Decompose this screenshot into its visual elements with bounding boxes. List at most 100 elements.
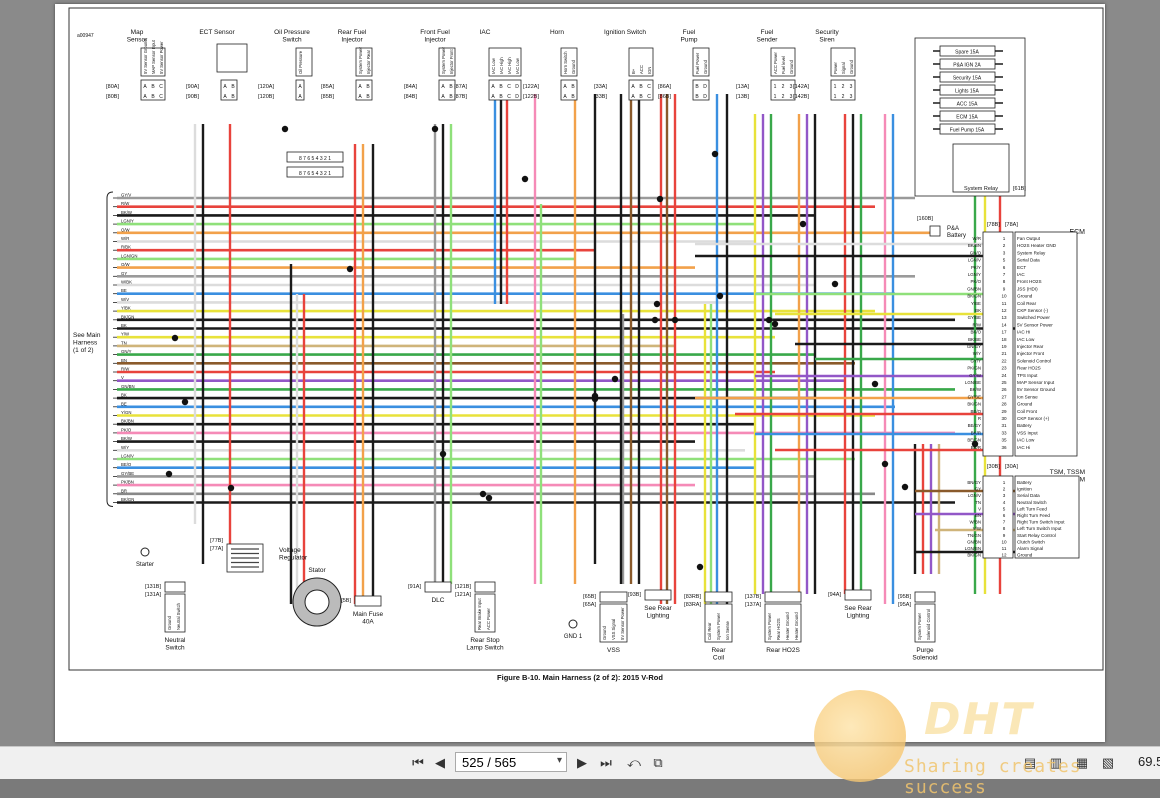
splice-dot	[711, 150, 719, 158]
ecm-wire-label: PK/Y	[971, 265, 981, 270]
connector-box	[424, 581, 452, 593]
ecm-function-label: JSS (HDI)	[1017, 286, 1038, 291]
tsm-function-label: Right Turn Switch Input	[1017, 520, 1065, 525]
connector-pin-label: 3	[850, 94, 853, 100]
pin-function-label: IAC High	[507, 57, 512, 74]
component-label: Rear Stop Lamp Switch	[466, 637, 504, 652]
tsm-function-label: Ground	[1017, 553, 1033, 558]
splice-dot	[485, 494, 493, 502]
connector-id: [122A]	[523, 84, 539, 90]
connector-id: [120B]	[258, 94, 274, 100]
ecm-wire-label: BE/O	[971, 409, 982, 414]
tsm-pin-label: 12	[1001, 553, 1007, 558]
first-page-icon[interactable]: ⏮	[408, 753, 428, 773]
forward-view-icon[interactable]: ⧉	[648, 753, 668, 773]
connector-id: [131A]	[145, 592, 161, 598]
ecm-wire-label: BK	[975, 308, 981, 313]
harness-wire-label: BK/W	[121, 436, 133, 441]
cover-view-icon[interactable]: ▧	[1098, 753, 1118, 773]
ecm-wire-label: BK/R	[971, 445, 981, 450]
ecm-function-label: IAC Low	[1017, 438, 1035, 443]
component-label: Neutral Switch	[165, 637, 187, 652]
ground-ring	[140, 547, 150, 557]
tsm-wire-label: BK/GN	[967, 553, 981, 558]
pin-function-label: Heater Ground	[785, 612, 790, 640]
ecm-function-label: HO2S Heater GND	[1017, 243, 1057, 248]
facing-view-icon[interactable]: ▦	[1072, 753, 1092, 773]
harness-wire-label: BE	[121, 401, 127, 406]
tsm-pin-label: 8	[1003, 526, 1006, 531]
splice-dot	[765, 316, 773, 324]
pdf-viewer-canvas: a00947 See Main Harness (1 of 2) GY/V R/W BK/W…	[0, 0, 1160, 746]
connector-id: [95A]	[898, 602, 911, 608]
ecm-wire-label: BK/W	[970, 387, 982, 392]
pin-function-label: ACC Power	[486, 608, 491, 630]
connector-id: [85A]	[321, 84, 334, 90]
ecm-pin-label: 27	[1001, 394, 1007, 399]
back-view-icon[interactable]: ⤺	[624, 753, 644, 773]
single-page-view-icon[interactable]: ▤	[1020, 753, 1040, 773]
pin-function-label: Oil Pressure	[298, 50, 303, 74]
last-page-icon[interactable]: ⏭	[596, 753, 616, 773]
relay-connector-id: [61B]	[1013, 186, 1026, 192]
ecm-pin-label: 12	[1001, 308, 1007, 313]
component-label: IAC	[480, 29, 491, 36]
ecm-wire-label: GN/O	[970, 250, 982, 255]
chevron-down-icon[interactable]: ▾	[557, 755, 562, 766]
ecm-wire-label: W/Y	[973, 351, 981, 356]
connector-pin-label: C	[507, 94, 511, 100]
pin-function-label: B+	[631, 68, 636, 74]
splice-dot	[771, 320, 779, 328]
component-label: Rear Fuel Injector	[338, 29, 367, 44]
ecm-function-label: Injector Rear	[1017, 344, 1044, 349]
connector-box	[599, 591, 628, 603]
connector-pin-label: D	[703, 94, 707, 100]
harness-wire-label: Y/GN	[121, 410, 132, 415]
zoom-level[interactable]: 69.5	[1138, 754, 1160, 769]
ecm-function-label: VSS Input	[1017, 430, 1038, 435]
pin-function-label: Ground	[602, 625, 607, 640]
component-label: ECT Sensor	[199, 29, 235, 36]
junction-pin-label: 8 7 6 5 4 3 2 1	[299, 156, 331, 162]
ecm-function-label: IAC Hi	[1017, 330, 1030, 335]
fuse-label: Spare 15A	[955, 50, 979, 56]
ecm-function-label: Front HO2S	[1017, 279, 1042, 284]
ecm-pin-label: 31	[1001, 423, 1007, 428]
fuse-label: ECM 15A	[956, 115, 978, 121]
harness-wire-label: W/Y	[121, 445, 129, 450]
tsm-pin-label: 2	[1003, 487, 1006, 492]
continuous-view-icon[interactable]: ▥	[1046, 753, 1066, 773]
connector-pin-label: C	[647, 94, 651, 100]
tsm-wire-label: LGN/BN	[965, 546, 981, 551]
tsm-function-label: Ignition	[1017, 487, 1032, 492]
pa-connector-id: [160B]	[917, 216, 933, 222]
harness-wire-label: O/W	[121, 262, 131, 267]
connector-id: [85B]	[321, 94, 334, 100]
pdf-toolbar: ⏮ ◀ 525 / 565 ▾ ▶ ⏭ ⤺ ⧉ ▤ ▥ ▦ ▧ 69.5	[0, 746, 1160, 779]
harness-wire-label: PK/BN	[121, 480, 134, 485]
splice-dot	[346, 265, 354, 273]
ecm-wire-label: LGN/V	[968, 258, 981, 263]
pin-function-label: Rear HO2S	[776, 618, 781, 640]
ecm-function-label: IAC	[1017, 272, 1025, 277]
page-number-input[interactable]: 525 / 565 ▾	[455, 752, 567, 772]
connector-pin-label: 1	[774, 84, 777, 90]
previous-page-icon[interactable]: ◀	[430, 753, 450, 773]
splice-dot	[227, 484, 235, 492]
ecm-function-label: 5V Sensor Ground	[1017, 387, 1055, 392]
component-label: Ignition Switch	[604, 29, 646, 36]
ecm-function-label: Serial Data	[1017, 258, 1040, 263]
harness-wire-label: W/R	[121, 236, 129, 241]
next-page-icon[interactable]: ▶	[572, 753, 592, 773]
pin-function-label: System Power	[441, 46, 446, 74]
ecm-wire-label: PK/GN	[967, 366, 981, 371]
ecm-wire-label: Y/BE	[971, 301, 981, 306]
tsm-connector-id: [30A]	[1005, 464, 1018, 470]
connector-id: [95B]	[898, 594, 911, 600]
pin-function-label: Ground	[849, 59, 854, 74]
ecm-wire-label: BK/GN	[967, 402, 981, 407]
ecm-wire-label: BK/O	[971, 330, 982, 335]
splice-dot	[521, 175, 529, 183]
tsm-function-label: Neutral Switch	[1017, 500, 1047, 505]
splice-dot	[671, 316, 679, 324]
